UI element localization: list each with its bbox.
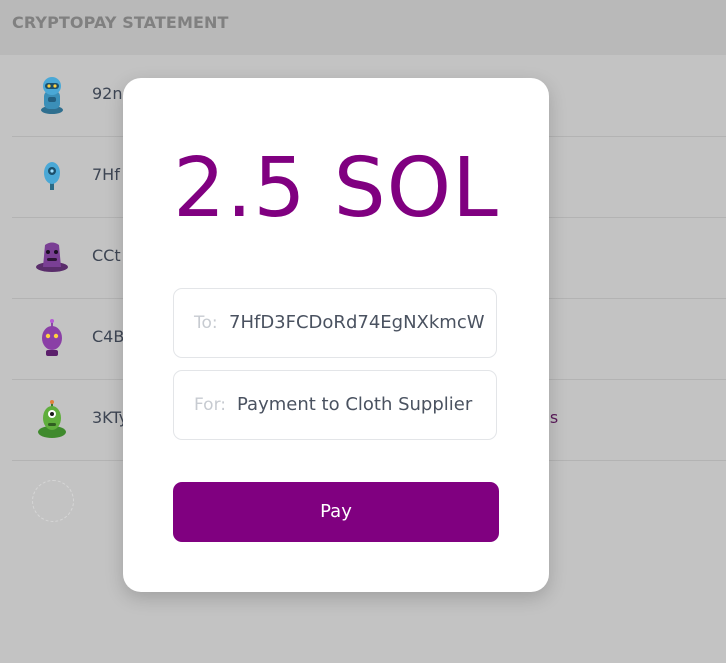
blue-sensor-icon [34, 156, 70, 196]
pay-button[interactable]: Pay [173, 482, 499, 542]
app-header: CRYPTOPAY STATEMENT [0, 0, 726, 55]
payment-modal: 2.5 SOL To: 7HfD3FCDoRd74EgNXkmcW For: P… [123, 78, 549, 592]
memo-label: For: [194, 395, 226, 415]
memo-field[interactable]: For: Payment to Cloth Supplier [173, 370, 497, 440]
blue-robot-icon [34, 75, 70, 115]
recipient-address: 7HfD3FCDoRd74EgNXkmcW [229, 312, 485, 333]
recipient-label: To: [194, 313, 218, 333]
transaction-address: 7Hf [92, 165, 120, 184]
empty-avatar-placeholder [32, 480, 74, 522]
green-alien-icon [34, 399, 70, 439]
transaction-address: C4B [92, 327, 125, 346]
page-title: CRYPTOPAY STATEMENT [12, 13, 229, 32]
payment-amount: 2.5 SOL [173, 141, 499, 236]
recipient-field[interactable]: To: 7HfD3FCDoRd74EgNXkmcW [173, 288, 497, 358]
transaction-address: 92n [92, 84, 123, 103]
transaction-address: CCt [92, 246, 121, 265]
purple-alien-icon [34, 318, 70, 358]
memo-value: Payment to Cloth Supplier [237, 394, 473, 415]
purple-wizard-icon [34, 237, 70, 277]
